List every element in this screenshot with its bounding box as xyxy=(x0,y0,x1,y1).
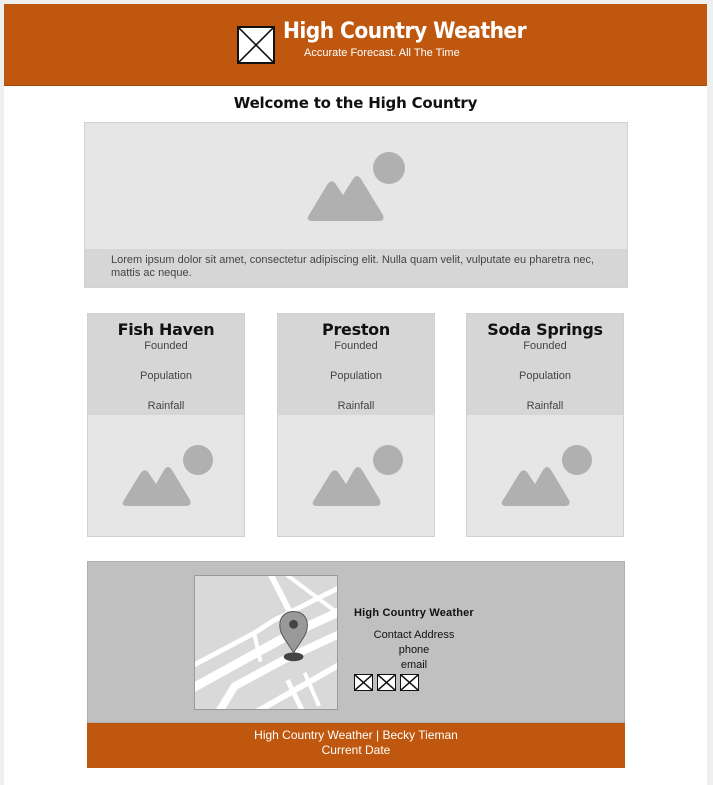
map[interactable] xyxy=(194,575,338,710)
social-placeholder-icon[interactable] xyxy=(377,674,396,691)
city-name: Preston xyxy=(322,320,390,339)
image-placeholder-icon xyxy=(501,445,592,506)
site-title[interactable]: High Country Weather xyxy=(283,18,527,46)
city-rainfall: Rainfall xyxy=(147,400,185,412)
contact-section: High Country Weather Contact Address pho… xyxy=(87,561,625,723)
site-header: High Country Weather Accurate Forecast. … xyxy=(4,4,707,86)
city-rainfall: Rainfall xyxy=(526,400,564,412)
city-rainfall: Rainfall xyxy=(337,400,375,412)
site-tagline: Accurate Forecast. All The Time xyxy=(304,47,460,59)
city-card-soda-springs[interactable]: Soda Springs Founded Population Rainfall xyxy=(466,313,624,537)
page: High Country Weather Accurate Forecast. … xyxy=(4,4,707,785)
contact-info: High Country Weather Contact Address pho… xyxy=(354,606,554,691)
city-founded: Founded xyxy=(144,340,188,352)
social-placeholder-icon[interactable] xyxy=(354,674,373,691)
contact-email[interactable]: email xyxy=(354,658,474,673)
city-population: Population xyxy=(519,370,571,382)
city-card-info: Soda Springs Founded Population Rainfall xyxy=(467,314,623,415)
city-population: Population xyxy=(330,370,382,382)
social-links xyxy=(354,674,554,691)
logo-placeholder-icon[interactable] xyxy=(237,26,275,64)
city-card-fish-haven[interactable]: Fish Haven Founded Population Rainfall xyxy=(87,313,245,537)
hero-image: Lorem ipsum dolor sit amet, consectetur … xyxy=(84,122,628,288)
city-founded: Founded xyxy=(523,340,567,352)
city-founded: Founded xyxy=(334,340,378,352)
city-name: Soda Springs xyxy=(487,320,603,339)
contact-title: High Country Weather xyxy=(354,607,474,619)
welcome-heading: Welcome to the High Country xyxy=(233,94,478,112)
brand: High Country Weather Accurate Forecast. … xyxy=(283,18,543,60)
social-placeholder-icon[interactable] xyxy=(400,674,419,691)
image-placeholder-icon xyxy=(307,152,405,221)
footer-date: Current Date xyxy=(321,743,391,757)
footer-credit: High Country Weather | Becky Tieman xyxy=(254,728,458,742)
city-card-info: Preston Founded Population Rainfall xyxy=(278,314,434,415)
city-card-info: Fish Haven Founded Population Rainfall xyxy=(88,314,244,415)
contact-address: Contact Address xyxy=(373,629,455,641)
contact-phone[interactable]: phone xyxy=(354,643,474,658)
image-placeholder-icon xyxy=(312,445,403,506)
site-footer: High Country Weather | Becky Tieman Curr… xyxy=(87,723,625,768)
city-name: Fish Haven xyxy=(117,320,215,339)
city-population: Population xyxy=(140,370,192,382)
hero-caption: Lorem ipsum dolor sit amet, consectetur … xyxy=(85,249,627,287)
image-placeholder-icon xyxy=(122,445,213,506)
city-card-preston[interactable]: Preston Founded Population Rainfall xyxy=(277,313,435,537)
